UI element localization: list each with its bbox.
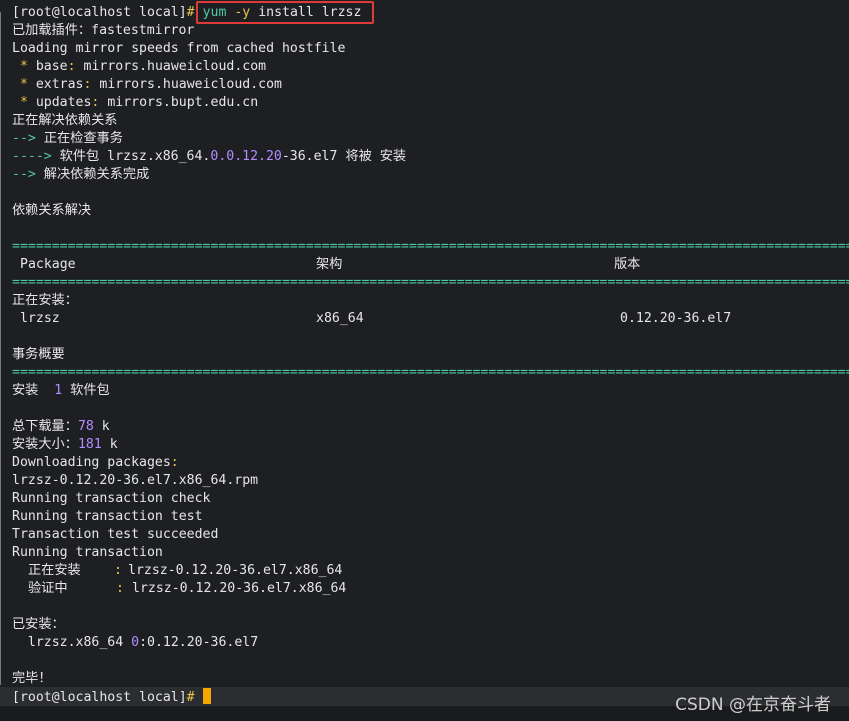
plugins-line: 已加载插件：fastestmirror [12, 23, 195, 38]
output-bracket [0, 12, 5, 685]
package-line: ----> 软件包 lrzsz.x86_64.0.0.12.20-36.el7 … [12, 149, 407, 164]
table-row: lrzsz x86_64 0.12.20-36.el7 [12, 310, 842, 328]
prompt-hash: # [186, 5, 195, 20]
mirror-extras-line: * extras: mirrors.huaweicloud.com [12, 77, 282, 92]
done-line: 完毕！ [12, 671, 52, 686]
table-header: Package 架构 版本 [12, 256, 842, 274]
separator-rule: ========================================… [12, 365, 849, 380]
run-test-line: Running transaction test [12, 509, 203, 524]
separator-rule: ========================================… [12, 239, 849, 254]
installed-pkg-line: lrzsz.x86_64 0:0.12.20-36.el7 [27, 635, 259, 650]
installed-header: 已安装： [12, 617, 65, 632]
terminal-window[interactable]: [root@localhost local]# yum -y install l… [0, 0, 849, 721]
command-yum: yum [202, 5, 227, 20]
install-count-line: 安装 1 软件包 [12, 383, 110, 398]
dep-resolved-line: 依赖关系解决 [12, 203, 92, 218]
loading-line: Loading mirror speeds from cached hostfi… [12, 41, 346, 56]
cell-version: 0.12.20-36.el7 [620, 311, 732, 326]
cursor-block [202, 688, 211, 704]
run-tx-line: Running transaction [12, 545, 163, 560]
header-version: 版本 [614, 257, 641, 272]
step-verifying-line: 验证中: lrzsz-0.12.20-36.el7.x86_64 [28, 581, 347, 596]
cell-package: lrzsz [20, 311, 60, 326]
downloading-line: Downloading packages: [12, 455, 179, 470]
installed-size-line: 安装大小：181 k [12, 437, 118, 452]
mirror-updates-line: * updates: mirrors.bupt.edu.cn [12, 95, 259, 110]
cell-arch: x86_64 [316, 311, 364, 326]
test-ok-line: Transaction test succeeded [12, 527, 219, 542]
command-args: install lrzsz [250, 5, 362, 20]
checking-line: --> 正在检查事务 [12, 131, 123, 146]
resolving-line: 正在解决依赖关系 [12, 113, 118, 128]
step-installing-line: 正在安装: lrzsz-0.12.20-36.el7.x86_64 [28, 563, 343, 578]
watermark: CSDN @在京奋斗者 [675, 695, 831, 715]
header-arch: 架构 [316, 257, 343, 272]
resolved-done-line: --> 解决依赖关系完成 [12, 167, 150, 182]
prompt-line: [root@localhost local]# yum -y install l… [12, 4, 361, 22]
command-flag: -y [234, 5, 251, 20]
header-package: Package [20, 257, 76, 272]
installing-header: 正在安装： [12, 293, 78, 308]
mirror-base-line: * base: mirrors.huaweicloud.com [12, 59, 267, 74]
total-download-line: 总下载量：78 k [12, 419, 110, 434]
separator-rule: ========================================… [12, 275, 849, 290]
current-prompt-line[interactable]: [root@localhost local]# [12, 688, 211, 706]
tx-summary-line: 事务概要 [12, 347, 65, 362]
run-check-line: Running transaction check [12, 491, 211, 506]
rpm-file-line: lrzsz-0.12.20-36.el7.x86_64.rpm [12, 473, 259, 488]
prompt-user-host: [root@localhost local] [12, 5, 187, 20]
